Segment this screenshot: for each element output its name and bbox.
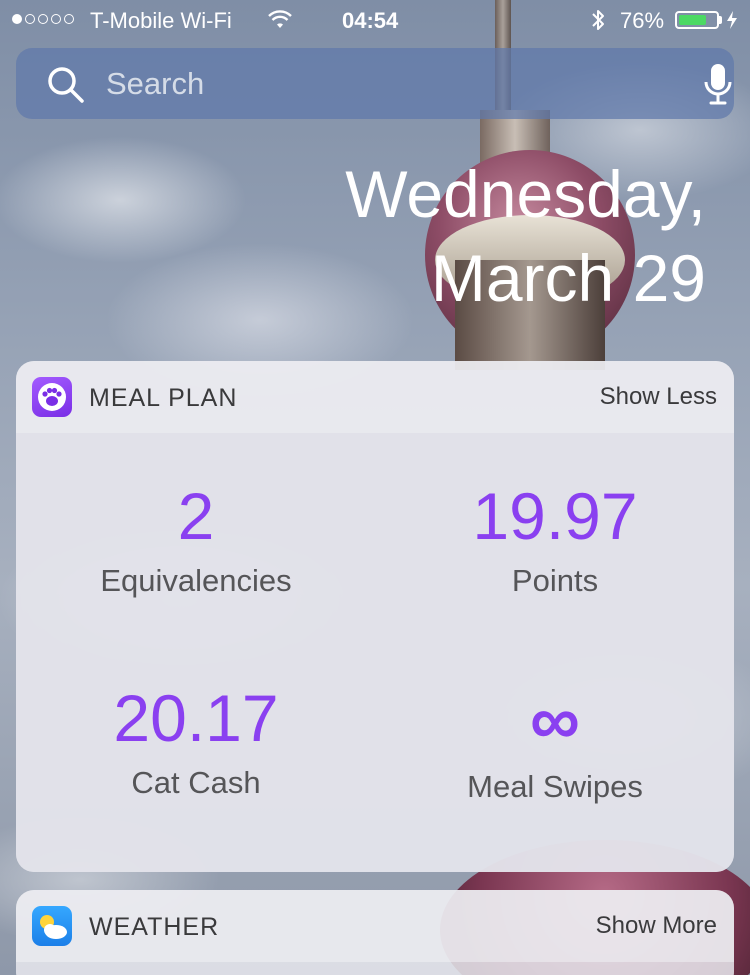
battery-icon: [675, 11, 719, 29]
carrier-name: T-Mobile Wi-Fi: [90, 8, 232, 33]
meal-swipes-label: Meal Swipes: [467, 769, 643, 804]
cellular-signal-icon: [12, 14, 74, 24]
charging-bolt-icon: [726, 10, 738, 36]
meal-plan-title: MEAL PLAN: [89, 384, 238, 412]
status-bar: T-Mobile Wi-Fi 04:54 76%: [0, 0, 750, 40]
search-icon: [46, 65, 86, 110]
wifi-icon: [268, 10, 292, 36]
microphone-icon[interactable]: [704, 62, 732, 111]
battery-level-fill: [679, 15, 706, 25]
stat-meal-swipes: ∞ Meal Swipes: [375, 685, 734, 805]
cat-cash-label: Cat Cash: [131, 765, 261, 800]
clock-time: 04:54: [342, 8, 399, 33]
bluetooth-icon: [589, 8, 607, 38]
stat-points: 19.97 Points: [375, 483, 734, 599]
show-more-button[interactable]: Show More: [596, 912, 717, 940]
battery-tip: [719, 16, 722, 24]
cat-cash-value: 20.17: [113, 681, 279, 755]
lock-screen-today-view: T-Mobile Wi-Fi 04:54 76% Search Wednesda…: [0, 0, 750, 975]
battery-percentage: 76%: [620, 8, 665, 33]
equivalencies-label: Equivalencies: [100, 563, 292, 598]
weather-title: WEATHER: [89, 913, 220, 941]
search-field[interactable]: Search: [16, 48, 734, 119]
paw-print-icon: [32, 377, 72, 417]
show-less-button[interactable]: Show Less: [600, 383, 717, 411]
meal-swipes-value: ∞: [530, 681, 580, 759]
weather-widget[interactable]: WEATHER Show More: [16, 890, 734, 975]
points-value: 19.97: [472, 479, 638, 553]
search-placeholder: Search: [106, 66, 205, 101]
meal-plan-stats: 2 Equivalencies 19.97 Points 20.17 Cat C…: [16, 433, 734, 872]
points-label: Points: [511, 563, 599, 598]
meal-plan-widget[interactable]: MEAL PLAN Show Less 2 Equivalencies 19.9…: [16, 361, 734, 872]
stat-equivalencies: 2 Equivalencies: [16, 483, 376, 599]
equivalencies-value: 2: [177, 479, 215, 553]
date-weekday: Wednesday,: [345, 157, 706, 231]
meal-plan-widget-header: MEAL PLAN Show Less: [16, 361, 734, 433]
date-month-day: March 29: [430, 241, 706, 315]
weather-cloud-sun-icon: [32, 906, 72, 946]
stat-cat-cash: 20.17 Cat Cash: [16, 685, 376, 801]
weather-widget-header: WEATHER Show More: [16, 890, 734, 962]
